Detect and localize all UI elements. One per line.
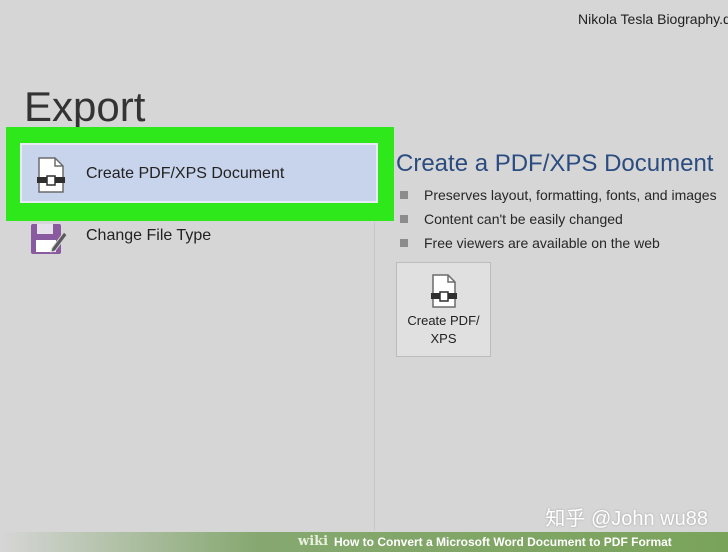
save-as-floppy-pen-icon xyxy=(30,218,68,256)
pane-divider xyxy=(374,222,375,530)
create-pdf-xps-button[interactable]: Create PDF/ XPS xyxy=(396,262,491,357)
wikihow-logo: wiki xyxy=(298,534,329,549)
page-title: Export xyxy=(24,83,146,130)
create-pdf-xps-option[interactable]: Create PDF/XPS Document xyxy=(20,143,378,203)
create-pdf-xps-button-label: Create PDF/ XPS xyxy=(407,313,480,346)
wikihow-caption-bar: wiki How to Convert a Microsoft Word Doc… xyxy=(0,532,728,552)
list-item: Free viewers are available on the web xyxy=(400,232,717,256)
watermark: 知乎 @John wu88 xyxy=(545,508,708,530)
detail-title: Create a PDF/XPS Document xyxy=(396,150,714,177)
bullet-square-icon xyxy=(400,215,408,223)
document-title: Nikola Tesla Biography.docx xyxy=(578,11,728,27)
change-file-type-label: Change File Type xyxy=(86,227,212,244)
caption-text: How to Convert a Microsoft Word Document… xyxy=(334,535,672,549)
bullet-square-icon xyxy=(400,239,408,247)
list-item: Content can't be easily changed xyxy=(400,208,717,232)
create-pdf-xps-label: Create PDF/XPS Document xyxy=(86,165,285,182)
pdf-document-icon xyxy=(430,274,458,308)
change-file-type-option[interactable]: Change File Type xyxy=(30,218,330,256)
feature-list: Preserves layout, formatting, fonts, and… xyxy=(400,184,717,256)
bullet-square-icon xyxy=(400,191,408,199)
pdf-document-icon xyxy=(36,157,66,193)
list-item: Preserves layout, formatting, fonts, and… xyxy=(400,184,717,208)
